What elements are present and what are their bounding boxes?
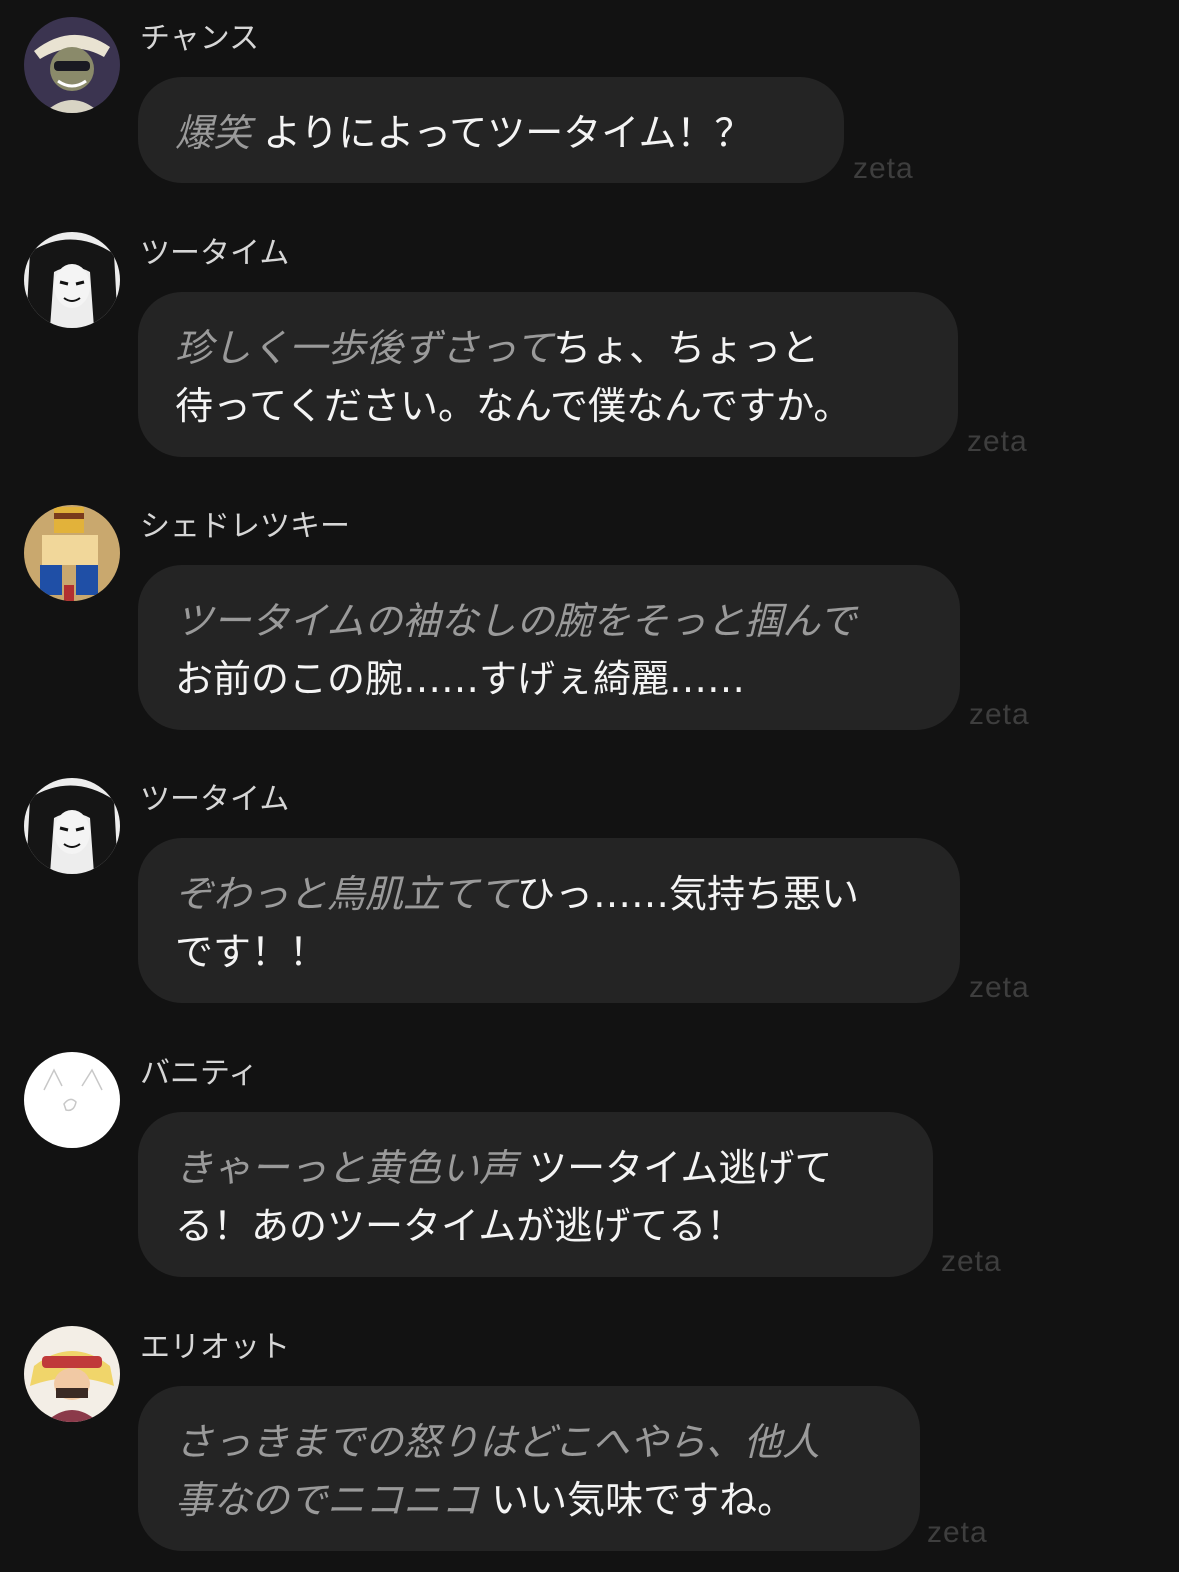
- action-text: 爆笑: [175, 111, 252, 155]
- sender-name: バニティ: [140, 1056, 259, 1091]
- message-bubble[interactable]: 珍しく一歩後ずさってちょ、ちょっと 待ってください。なんで僕なんですか。: [138, 292, 958, 457]
- zeta-watermark: zeta: [969, 971, 1030, 1004]
- shedletsky-avatar[interactable]: [24, 505, 120, 601]
- message-line: さっきまでの怒りはどこへやら、他人: [175, 1413, 890, 1471]
- action-text: ツータイムの袖なしの腕をそっと掴んで: [175, 599, 857, 643]
- speech-text: ひっ……気持ち悪い: [517, 872, 860, 916]
- speech-text: です！！: [175, 930, 328, 974]
- message-line: 待ってください。なんで僕なんですか。: [175, 377, 928, 435]
- speech-text: 待ってください。なんで僕なんですか。: [175, 384, 852, 428]
- action-text: 事なのでニコニコ: [175, 1478, 480, 1522]
- action-text: さっきまでの怒りはどこへやら、他人: [175, 1420, 820, 1464]
- message-line: お前のこの腕……すげぇ綺麗……: [175, 650, 930, 708]
- message-line: きゃーっと黄色い声 ツータイム逃げて: [175, 1139, 903, 1197]
- action-text: 珍しく一歩後ずさって: [175, 326, 554, 370]
- speech-text: る！あのツータイムが逃げてる！: [175, 1204, 745, 1248]
- message-line: 爆笑 よりによってツータイム！？: [175, 104, 814, 162]
- zeta-watermark: zeta: [853, 152, 914, 185]
- message-bubble[interactable]: ツータイムの袖なしの腕をそっと掴んで お前のこの腕……すげぇ綺麗……: [138, 565, 960, 730]
- action-text: きゃーっと黄色い声: [175, 1146, 518, 1190]
- zeta-watermark: zeta: [967, 425, 1028, 458]
- speech-text: お前のこの腕……すげぇ綺麗……: [175, 657, 746, 701]
- sender-name: チャンス: [140, 21, 260, 56]
- sender-name: シェドレツキー: [140, 509, 350, 544]
- message-line: 珍しく一歩後ずさってちょ、ちょっと: [175, 319, 928, 377]
- message-line: 事なのでニコニコ いい気味ですね。: [175, 1471, 890, 1529]
- zeta-watermark: zeta: [969, 698, 1030, 731]
- sender-name: ツータイム: [140, 236, 290, 271]
- chat-feed: チャンス 爆笑 よりによってツータイム！？ zeta ツータイム 珍しく一歩後ず…: [0, 0, 1179, 1572]
- zeta-watermark: zeta: [941, 1245, 1002, 1278]
- action-text: ぞわっと鳥肌立てて: [175, 872, 518, 916]
- sender-name: エリオット: [140, 1330, 290, 1365]
- message-line: です！！: [175, 923, 930, 981]
- speech-text: よりによってツータイム！？: [251, 111, 753, 155]
- zeta-watermark: zeta: [927, 1516, 988, 1549]
- message-line: ぞわっと鳥肌立ててひっ……気持ち悪い: [175, 865, 930, 923]
- chance-avatar[interactable]: [24, 17, 120, 113]
- message-bubble[interactable]: さっきまでの怒りはどこへやら、他人 事なのでニコニコ いい気味ですね。: [138, 1386, 920, 1551]
- twotime-avatar[interactable]: [24, 232, 120, 328]
- twotime-avatar[interactable]: [24, 778, 120, 874]
- elliot-avatar[interactable]: [24, 1326, 120, 1422]
- sender-name: ツータイム: [140, 782, 290, 817]
- message-bubble[interactable]: 爆笑 よりによってツータイム！？: [138, 77, 844, 183]
- vanity-avatar[interactable]: [24, 1052, 120, 1148]
- speech-text: ツータイム逃げて: [517, 1146, 833, 1190]
- message-line: る！あのツータイムが逃げてる！: [175, 1197, 903, 1255]
- speech-text: いい気味ですね。: [479, 1478, 796, 1522]
- speech-text: ちょ、ちょっと: [553, 326, 820, 370]
- message-bubble[interactable]: ぞわっと鳥肌立ててひっ……気持ち悪い です！！: [138, 838, 960, 1003]
- message-bubble[interactable]: きゃーっと黄色い声 ツータイム逃げて る！あのツータイムが逃げてる！: [138, 1112, 933, 1277]
- message-line: ツータイムの袖なしの腕をそっと掴んで: [175, 592, 930, 650]
